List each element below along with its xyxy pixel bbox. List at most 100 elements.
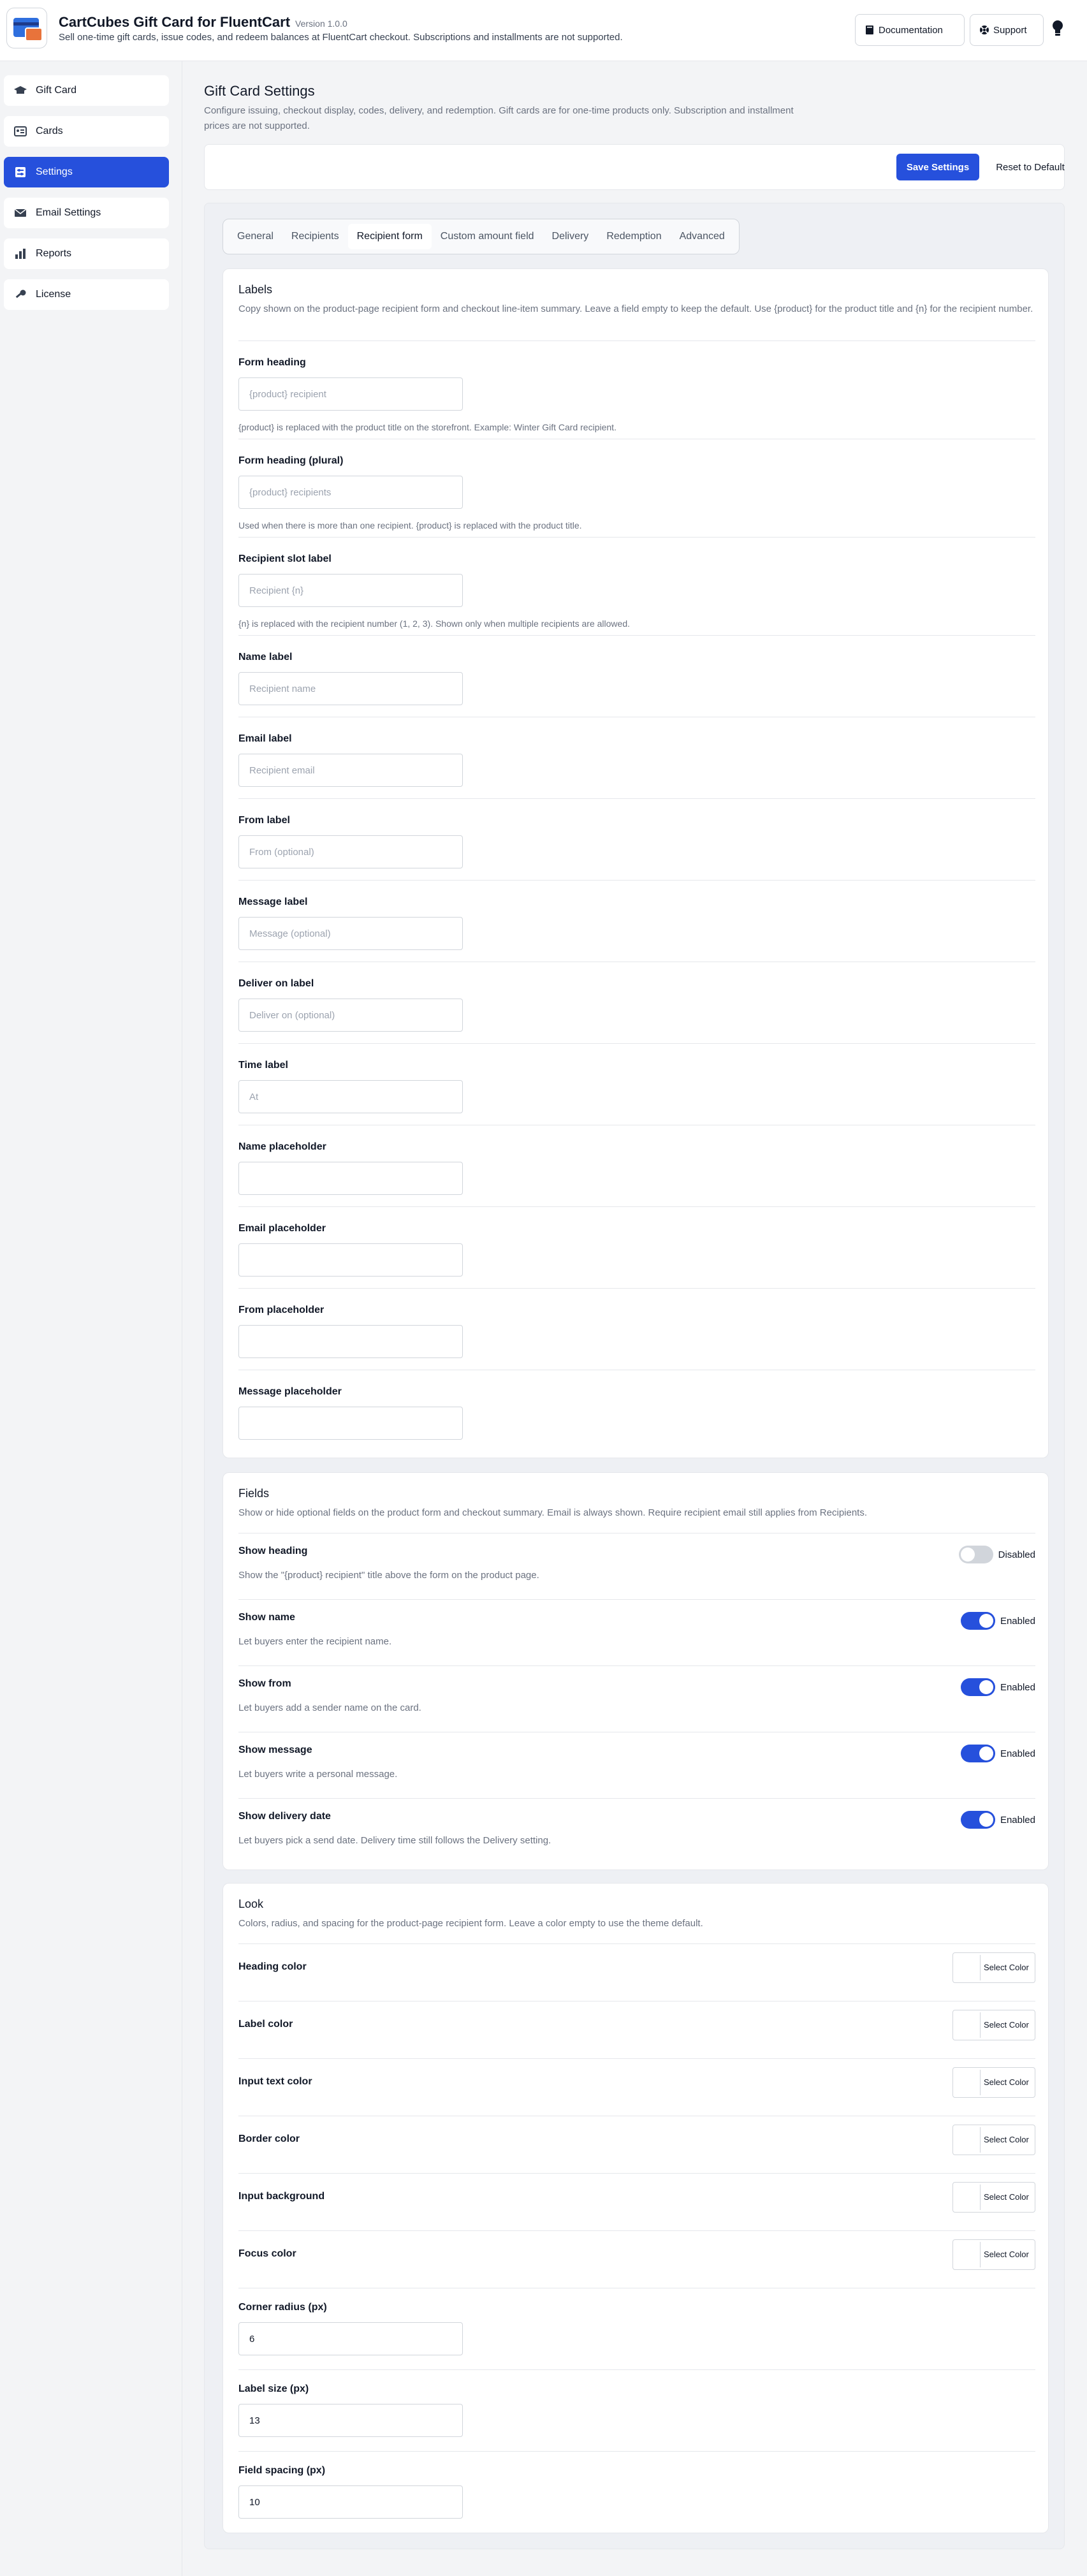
corner-radius-input[interactable] xyxy=(238,2322,463,2355)
toggle-state: Disabled xyxy=(998,1549,1035,1560)
deliver-on-label-input[interactable] xyxy=(238,999,463,1032)
support-label: Support xyxy=(993,24,1027,36)
color-swatch xyxy=(955,2242,981,2267)
recipient-slot-label-field: Recipient slot label {n} is replaced wit… xyxy=(238,553,1035,629)
show-name-toggle[interactable]: Enabled xyxy=(960,1612,1035,1630)
sidebar-item-cards[interactable]: Cards xyxy=(4,116,169,147)
toggle-switch[interactable] xyxy=(960,1612,995,1630)
sidebar-item-gift-card[interactable]: Gift Card xyxy=(4,75,169,106)
show-from-row: Show from Let buyers add a sender name o… xyxy=(238,1678,1035,1713)
field-label: Form heading xyxy=(238,357,306,368)
tab-recipients[interactable]: Recipients xyxy=(282,224,348,249)
sidebar-item-label: License xyxy=(36,289,71,300)
tab-general[interactable]: General xyxy=(228,224,282,249)
toggle-switch[interactable] xyxy=(958,1546,993,1563)
show-heading-toggle[interactable]: Disabled xyxy=(958,1546,1035,1563)
email-label-field: Email label xyxy=(238,733,1035,787)
message-placeholder-input[interactable] xyxy=(238,1407,463,1440)
show-delivery-date-row: Show delivery date Let buyers pick a sen… xyxy=(238,1811,1035,1846)
look-section-description: Colors, radius, and spacing for the prod… xyxy=(238,1918,703,1929)
show-from-toggle[interactable]: Enabled xyxy=(960,1678,1035,1696)
show-message-row: Show message Let buyers write a personal… xyxy=(238,1745,1035,1780)
recipient-slot-label-input[interactable] xyxy=(238,574,463,607)
sidebar-item-reports[interactable]: Reports xyxy=(4,238,169,269)
reset-to-default-button[interactable]: Reset to Default xyxy=(989,154,1072,180)
fields-section-title: Fields xyxy=(238,1487,270,1500)
documentation-label: Documentation xyxy=(879,24,943,36)
bar-chart-icon xyxy=(14,247,27,260)
email-placeholder-input[interactable] xyxy=(238,1243,463,1277)
toggle-switch[interactable] xyxy=(960,1678,995,1696)
toggle-state: Enabled xyxy=(1000,1748,1035,1759)
divider xyxy=(238,1943,1035,1944)
name-label-input[interactable] xyxy=(238,672,463,705)
sidebar-item-settings[interactable]: Settings xyxy=(4,157,169,187)
divider xyxy=(238,1206,1035,1207)
form-heading-plural-input[interactable] xyxy=(238,476,463,509)
deliver-on-label-field: Deliver on label xyxy=(238,978,1035,1032)
divider xyxy=(238,2369,1035,2370)
divider xyxy=(238,2230,1035,2231)
from-label-input[interactable] xyxy=(238,835,463,868)
support-button[interactable]: Support xyxy=(970,14,1044,46)
sidebar-item-email-settings[interactable]: Email Settings xyxy=(4,198,169,228)
divider xyxy=(238,537,1035,538)
color-swatch xyxy=(955,2070,981,2095)
focus-color-picker[interactable]: Select Color xyxy=(952,2239,1035,2270)
label-color-picker[interactable]: Select Color xyxy=(952,2010,1035,2040)
time-label-input[interactable] xyxy=(238,1080,463,1113)
main-content: Gift Card Settings Configure issuing, ch… xyxy=(182,61,1087,2576)
color-label: Input background xyxy=(238,2191,325,2202)
save-settings-button[interactable]: Save Settings xyxy=(896,154,979,180)
name-placeholder-input[interactable] xyxy=(238,1162,463,1195)
divider xyxy=(238,635,1035,636)
toggle-help: Show the "{product} recipient" title abo… xyxy=(238,1570,539,1581)
field-label: From label xyxy=(238,815,290,826)
tab-recipient-form[interactable]: Recipient form xyxy=(347,224,432,249)
from-placeholder-input[interactable] xyxy=(238,1325,463,1358)
toggle-switch[interactable] xyxy=(960,1745,995,1762)
sidebar-item-license[interactable]: License xyxy=(4,279,169,310)
focus-color-row: Focus color Select Color xyxy=(238,2239,1035,2270)
sidebar: Gift Card Cards Settings Email Settings … xyxy=(0,61,182,2576)
form-heading-plural-field: Form heading (plural) Used when there is… xyxy=(238,455,1035,531)
app-subtitle: Sell one-time gift cards, issue codes, a… xyxy=(59,32,623,43)
email-label-input[interactable] xyxy=(238,754,463,787)
field-label: Name label xyxy=(238,652,293,662)
toggle-state: Enabled xyxy=(1000,1814,1035,1826)
field-spacing-input[interactable] xyxy=(238,2485,463,2519)
toggle-label: Show delivery date xyxy=(238,1811,331,1822)
field-help: {n} is replaced with the recipient numbe… xyxy=(238,618,630,629)
divider xyxy=(238,2451,1035,2452)
divider xyxy=(238,2001,1035,2002)
toggle-help: Let buyers pick a send date. Delivery ti… xyxy=(238,1835,551,1846)
tab-delivery[interactable]: Delivery xyxy=(543,224,598,249)
lightbulb-icon[interactable] xyxy=(1051,19,1065,38)
border-color-picker[interactable]: Select Color xyxy=(952,2125,1035,2155)
input-background-picker[interactable]: Select Color xyxy=(952,2182,1035,2213)
show-delivery-date-toggle[interactable]: Enabled xyxy=(960,1811,1035,1829)
tab-redemption[interactable]: Redemption xyxy=(597,224,670,249)
documentation-button[interactable]: Documentation xyxy=(855,14,965,46)
message-label-input[interactable] xyxy=(238,917,463,950)
show-heading-row: Show heading Show the "{product} recipie… xyxy=(238,1546,1035,1581)
divider xyxy=(238,1599,1035,1600)
look-section: Look Colors, radius, and spacing for the… xyxy=(223,1883,1049,2533)
tab-advanced[interactable]: Advanced xyxy=(671,224,734,249)
divider xyxy=(238,340,1035,341)
label-color-row: Label color Select Color xyxy=(238,2010,1035,2040)
toggle-switch[interactable] xyxy=(960,1811,995,1829)
form-heading-input[interactable] xyxy=(238,377,463,411)
show-message-toggle[interactable]: Enabled xyxy=(960,1745,1035,1762)
toggle-label: Show heading xyxy=(238,1546,308,1556)
heading-color-picker[interactable]: Select Color xyxy=(952,1952,1035,1983)
labels-section: Labels Copy shown on the product-page re… xyxy=(223,268,1049,1458)
toggle-label: Show from xyxy=(238,1678,291,1689)
input-text-color-picker[interactable]: Select Color xyxy=(952,2067,1035,2098)
color-label: Label color xyxy=(238,2019,293,2030)
toggle-state: Enabled xyxy=(1000,1681,1035,1693)
lifebuoy-icon xyxy=(979,25,989,35)
label-size-input[interactable] xyxy=(238,2404,463,2437)
select-color-label: Select Color xyxy=(984,1963,1029,1972)
tab-custom-amount-field[interactable]: Custom amount field xyxy=(432,224,543,249)
